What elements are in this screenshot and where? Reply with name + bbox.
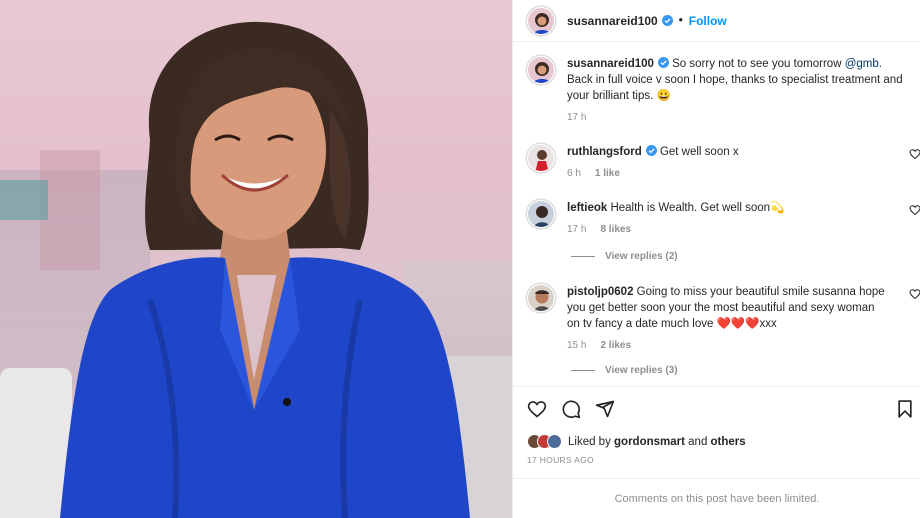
comment-likes[interactable]: 2 likes [600,340,631,351]
heart-icon[interactable] [909,204,920,216]
heart-icon[interactable] [527,399,547,419]
liked-by-user-link[interactable]: gordonsmart [614,436,685,448]
verified-icon [645,145,657,156]
verified-icon [657,57,669,68]
comment-likes[interactable]: 1 like [595,168,620,179]
follow-button[interactable]: Follow [689,14,727,28]
liked-by-middle: and [684,435,711,448]
caption-text: So sorry not to see you tomorrow [668,58,845,70]
liked-by-others-link[interactable]: others [711,436,746,448]
comment-meta: 17 h 8 likes [567,222,887,238]
replies-divider [571,256,595,257]
comment-likes[interactable]: 8 likes [600,224,631,235]
comment-body: pistoljp0602 Going to miss your beautifu… [567,284,887,354]
post-actions: Liked by gordonsmart and others 17 HOURS… [513,386,920,478]
comment-item: pistoljp0602 Going to miss your beautifu… [527,284,920,354]
post-header: susannareid100 • Follow [513,0,920,42]
comment-text: Health is Wealth. Get well soon💫 [607,202,785,214]
author-avatar[interactable] [527,6,555,35]
post-dialog: susannareid100 • Follow susannareid100 S… [0,0,920,518]
comment-item: leftieok Health is Wealth. Get well soon… [527,200,920,238]
commenter-avatar[interactable] [527,284,555,312]
replies-divider [571,370,595,371]
comment-item: ruthlangsford Get well soon x 6 h 1 like [527,144,920,182]
caption-time[interactable]: 17 h [567,112,586,123]
action-icons [527,399,629,419]
view-replies-label[interactable]: View replies (2) [605,251,678,262]
comment-body: leftieok Health is Wealth. Get well soon… [567,200,887,238]
bookmark-icon[interactable] [895,399,915,419]
liked-by-row: Liked by gordonsmart and others [527,434,746,449]
comment-meta: 6 h 1 like [567,166,887,182]
author-avatar[interactable] [527,56,555,84]
share-icon[interactable] [595,399,615,419]
comment-username[interactable]: pistoljp0602 [567,286,633,298]
author-username[interactable]: susannareid100 [567,14,658,28]
post-timestamp[interactable]: 17 HOURS AGO [527,455,594,465]
view-replies-button[interactable]: View replies (3) [571,365,678,376]
comment-time[interactable]: 17 h [567,224,586,235]
commenter-avatar[interactable] [527,144,555,172]
view-replies-label[interactable]: View replies (3) [605,365,678,376]
liker-avatar [547,434,562,449]
caption-mention-link[interactable]: @gmb [845,58,879,70]
comment-icon[interactable] [561,399,581,419]
post-details-panel: susannareid100 • Follow susannareid100 S… [512,0,920,518]
commenter-avatar[interactable] [527,200,555,228]
caption-body: susannareid100 So sorry not to see you t… [567,56,907,126]
post-image[interactable] [0,0,512,518]
comment-text: Get well soon x [656,146,739,158]
verified-icon [661,15,673,26]
comment-username[interactable]: leftieok [567,202,607,214]
caption-meta: 17 h [567,110,907,126]
liked-by-prefix: Liked by [568,435,615,448]
presenter-photo [60,21,470,518]
comment-meta: 15 h 2 likes [567,338,887,354]
caption-username[interactable]: susannareid100 [567,58,654,70]
comment-body: ruthlangsford Get well soon x 6 h 1 like [567,144,887,182]
view-replies-button[interactable]: View replies (2) [571,251,678,262]
comment-time[interactable]: 15 h [567,340,586,351]
heart-icon[interactable] [909,288,920,300]
liker-avatars[interactable] [527,434,562,449]
comment-username[interactable]: ruthlangsford [567,146,642,158]
comment-time[interactable]: 6 h [567,168,581,179]
heart-icon[interactable] [909,148,920,160]
post-caption: susannareid100 So sorry not to see you t… [527,56,917,126]
comments-limited-notice: Comments on this post have been limited. [513,478,920,518]
separator-dot: • [678,14,683,27]
